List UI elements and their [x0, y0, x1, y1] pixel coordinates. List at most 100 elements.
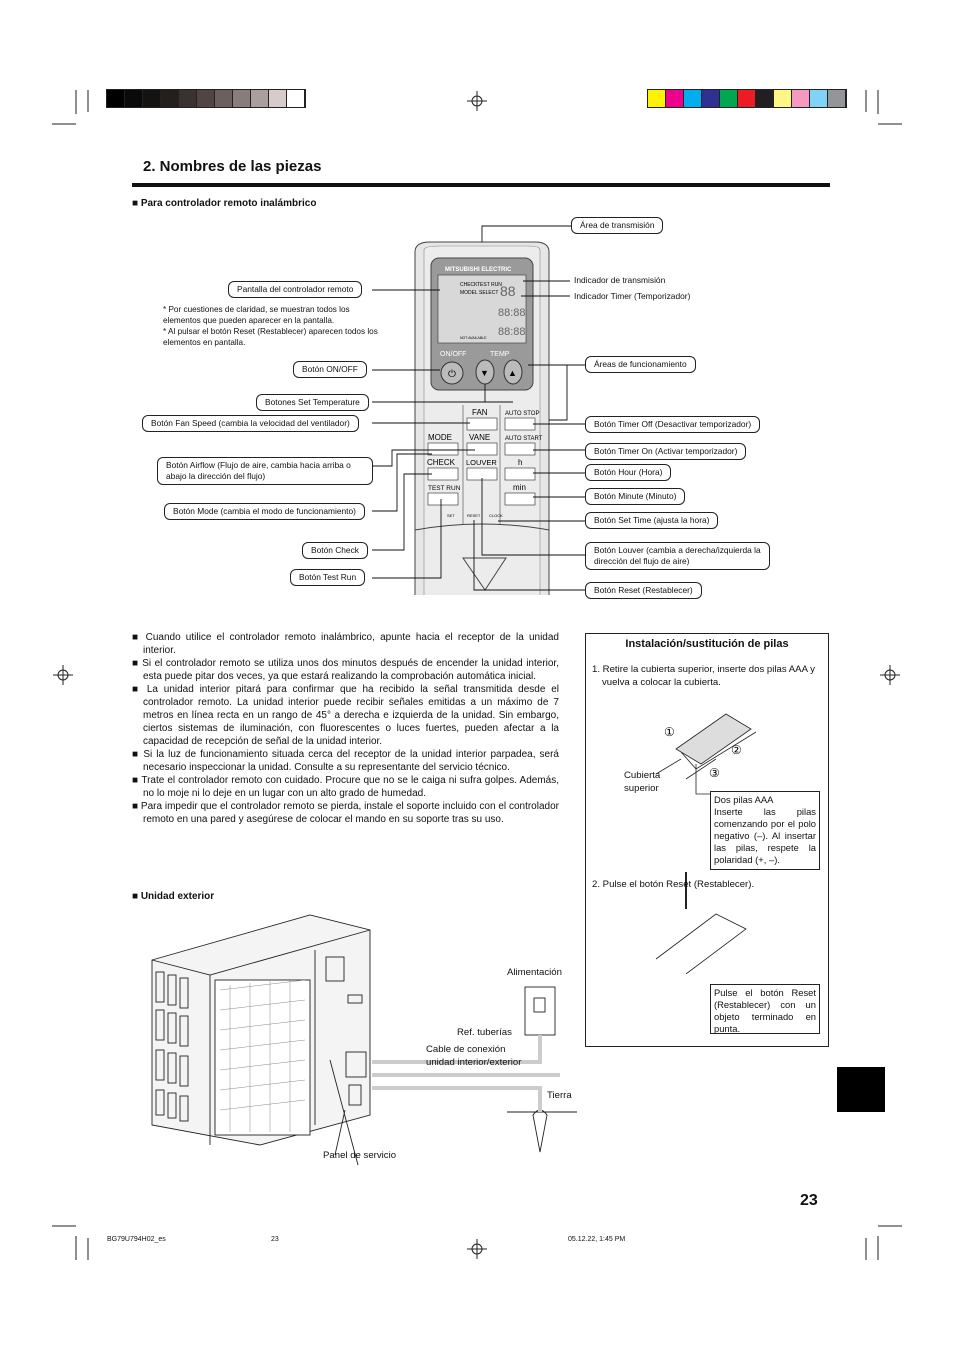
- lcd-temperature-digits: 88: [500, 283, 516, 299]
- display-notes: * Por cuestiones de claridad, se muestra…: [163, 304, 378, 348]
- footer-code: BG79U794H02_es: [107, 1236, 166, 1243]
- fan-caption: FAN: [472, 408, 488, 417]
- mode-button[interactable]: [427, 442, 459, 456]
- clock-caption: CLOCK: [489, 513, 503, 518]
- vane-caption: VANE: [469, 433, 490, 442]
- label-onoff: Botón ON/OFF: [293, 361, 367, 378]
- label-test-run: Botón Test Run: [290, 569, 366, 586]
- temp-up-button[interactable]: ▲: [503, 359, 523, 385]
- label-operation-areas: Áreas de funcionamiento: [585, 356, 696, 373]
- note: * Al pulsar el botón Reset (Restablecer)…: [163, 327, 378, 347]
- cover-label: superior: [624, 783, 659, 794]
- label-set-time: Botón Set Time (ajusta la hora): [585, 512, 719, 529]
- usage-note: Cuando utilice el controlador remoto ina…: [132, 631, 559, 657]
- label-timer-indicator: Indicador Timer (Temporizador): [574, 291, 691, 301]
- temp-down-button[interactable]: ▼: [475, 359, 495, 385]
- label-set-temperature: Botones Set Temperature: [256, 394, 369, 411]
- lcd-check: CHECK: [460, 282, 478, 288]
- label-timer-off: Botón Timer Off (Desactivar temporizador…: [585, 416, 761, 433]
- label-service-panel: Panel de servicio: [323, 1150, 397, 1161]
- step-marker-2: ②: [731, 743, 742, 757]
- louver-caption: LOUVER: [466, 458, 497, 467]
- onoff-caption: ON/OFF: [440, 351, 466, 358]
- batteries-text: Inserte las pilas comenzando por el polo…: [714, 806, 816, 865]
- lcd-not-available: NOT AVAILABLE: [460, 336, 487, 340]
- timer-off-button[interactable]: [504, 417, 536, 431]
- registration-target-icon: [467, 1239, 487, 1259]
- footer-date: 05.12.22, 1:45 PM: [568, 1236, 626, 1243]
- remote-controller-diagram: MITSUBISHI ELECTRIC CHECK TEST RUN MODEL…: [372, 225, 585, 595]
- battery-instructions-box: Instalación/sustitución de pilas 1. Reti…: [585, 633, 829, 1047]
- label-ref-pipes: Ref. tuberías: [457, 1027, 512, 1038]
- label-hour: Botón Hour (Hora): [585, 464, 672, 481]
- check-button[interactable]: [427, 467, 459, 481]
- usage-notes: Cuando utilice el controlador remoto ina…: [132, 631, 559, 826]
- usage-note: Para impedir que el controlador remoto s…: [132, 800, 559, 826]
- auto-stop-caption: AUTO STOP: [505, 411, 539, 417]
- fan-button[interactable]: [466, 417, 498, 431]
- check-caption: CHECK: [427, 458, 456, 467]
- step-marker-1: ①: [664, 725, 675, 739]
- label-airflow: Botón Airflow (Flujo de aire, cambia hac…: [157, 457, 373, 485]
- label-check: Botón Check: [302, 542, 368, 559]
- battery-step-2: 2. Pulse el botón Reset (Restablecer).: [592, 879, 755, 890]
- label-line: dirección del flujo de aire): [594, 556, 690, 566]
- svg-text:▲: ▲: [508, 368, 517, 378]
- note: * Por cuestiones de claridad, se muestra…: [163, 305, 350, 325]
- label-cable: unidad interior/exterior: [426, 1057, 522, 1068]
- usage-note: Si el controlador remoto se utiliza unos…: [132, 657, 559, 683]
- lcd-model-select: MODEL SELECT: [460, 290, 498, 296]
- label-louver: Botón Louver (cambia a derecha/izquierda…: [585, 542, 770, 570]
- hour-caption: h: [518, 458, 522, 467]
- step-marker-3: ③: [709, 766, 720, 780]
- label-mode: Botón Mode (cambia el modo de funcionami…: [164, 503, 365, 520]
- label-reset: Botón Reset (Restablecer): [585, 582, 702, 599]
- battery-title: Instalación/sustitución de pilas: [625, 638, 789, 650]
- cover-label: Cubierta: [624, 770, 661, 781]
- batteries-title: Dos pilas AAA: [714, 794, 774, 805]
- label-line: abajo la dirección del flujo): [166, 471, 266, 481]
- vane-button[interactable]: [466, 442, 498, 456]
- set-caption: SET: [447, 513, 455, 518]
- minute-button[interactable]: [504, 492, 536, 506]
- hour-button[interactable]: [504, 467, 536, 481]
- auto-start-caption: AUTO START: [505, 436, 543, 442]
- test-run-caption: TEST RUN: [428, 485, 461, 492]
- usage-note: La unidad interior pitará para confirmar…: [132, 683, 559, 748]
- timer-on-button[interactable]: [504, 442, 536, 456]
- reset-note: Pulse el botón Reset (Restablecer) con u…: [710, 984, 820, 1034]
- label-transmission-area: Área de transmisión: [571, 217, 664, 234]
- onoff-button[interactable]: ⏻: [440, 361, 464, 385]
- label-cable: Cable de conexión: [426, 1044, 506, 1055]
- label-earth: Tierra: [547, 1090, 572, 1101]
- lcd-timer-digits: 88:88: [498, 307, 526, 319]
- label-line: Botón Louver (cambia a derecha/izquierda…: [594, 545, 761, 555]
- temp-caption: TEMP: [490, 351, 510, 358]
- page-number: 23: [800, 1192, 818, 1209]
- usage-note: Si la luz de funcionamiento situada cerc…: [132, 748, 559, 774]
- batteries-note: Dos pilas AAA Inserte las pilas comenzand…: [710, 791, 820, 870]
- label-transmission-indicator: Indicador de transmisión: [574, 275, 666, 285]
- language-tab: [837, 1067, 885, 1112]
- usage-note: Trate el controlador remoto con cuidado.…: [132, 774, 559, 800]
- svg-text:⏻: ⏻: [448, 369, 456, 380]
- svg-text:▼: ▼: [480, 368, 489, 378]
- registration-target-icon: [880, 665, 900, 685]
- minute-caption: min: [513, 483, 526, 492]
- label-display: Pantalla del controlador remoto: [228, 281, 363, 298]
- reset-caption: RESET: [467, 513, 481, 518]
- lcd-timer-digits: 88:88: [498, 326, 526, 338]
- lcd-test-run: TEST RUN: [477, 282, 502, 288]
- registration-target-icon: [53, 665, 73, 685]
- mode-caption: MODE: [428, 433, 452, 442]
- label-minute: Botón Minute (Minuto): [585, 488, 686, 505]
- label-timer-on: Botón Timer On (Activar temporizador): [585, 443, 747, 460]
- label-power: Alimentación: [507, 967, 562, 978]
- footer-page: 23: [271, 1236, 279, 1243]
- manual-page: 2. Nombres de las piezas ■ Para controla…: [0, 0, 954, 1351]
- label-fan-speed: Botón Fan Speed (cambia la velocidad del…: [142, 415, 359, 432]
- test-run-button[interactable]: [427, 492, 459, 506]
- label-line: Botón Airflow (Flujo de aire, cambia hac…: [166, 460, 351, 470]
- battery-step-1: 1. Retire la cubierta superior, inserte …: [592, 664, 815, 688]
- remote-brand-logo: MITSUBISHI ELECTRIC: [445, 267, 512, 273]
